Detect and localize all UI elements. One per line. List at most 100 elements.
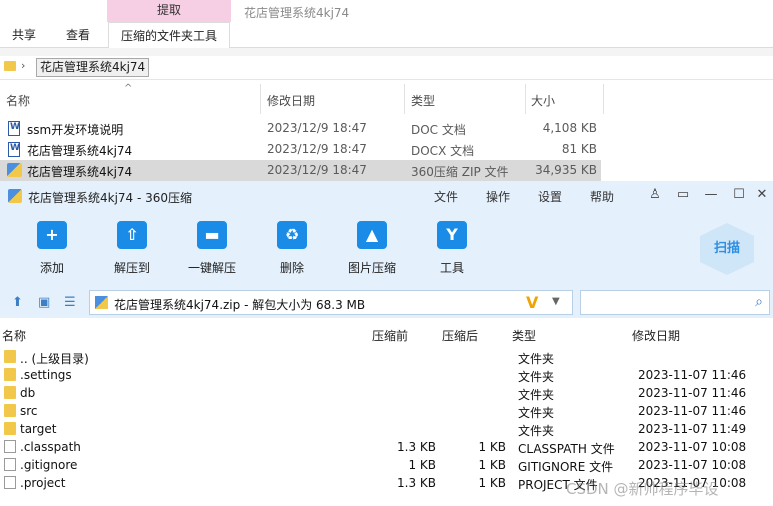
archive-row[interactable]: src 文件夹 2023-11-07 11:46 bbox=[0, 402, 773, 420]
column-before[interactable]: 压缩前 bbox=[372, 327, 408, 344]
extract-to-icon: ⇧ bbox=[117, 221, 147, 249]
tab-view[interactable]: 查看 bbox=[66, 22, 90, 48]
file-date: 2023/12/9 18:47 bbox=[267, 142, 367, 156]
path-input[interactable]: 花店管理系统4kj74.zip - 解包大小为 68.3 MB V ▼ bbox=[89, 290, 573, 315]
file-date: 2023/12/9 18:47 bbox=[267, 163, 367, 177]
folder-icon bbox=[4, 368, 16, 381]
chevron-right-icon[interactable]: › bbox=[21, 59, 25, 72]
entry-name: .project bbox=[20, 476, 66, 490]
minimize-icon[interactable]: — bbox=[702, 187, 720, 202]
tab-compressed-folder-tools[interactable]: 压缩的文件夹工具 bbox=[108, 22, 231, 49]
up-arrow-icon[interactable]: ⬆ bbox=[12, 295, 23, 310]
scan-button[interactable]: 扫描 bbox=[700, 223, 754, 275]
entry-date: 2023-11-07 11:46 bbox=[638, 386, 747, 400]
folder-icon bbox=[4, 350, 16, 363]
file-size: 34,935 KB bbox=[535, 163, 597, 177]
dropdown-icon[interactable]: ▼ bbox=[552, 296, 560, 307]
window-title: 花店管理系统4kj74 bbox=[244, 6, 350, 20]
entry-date: 2023-11-07 11:46 bbox=[638, 368, 747, 382]
column-divider[interactable] bbox=[525, 84, 526, 114]
column-divider[interactable] bbox=[603, 84, 604, 114]
delete-button[interactable]: ♻ 删除 bbox=[257, 211, 327, 286]
entry-type: 文件夹 bbox=[518, 424, 555, 438]
breadcrumb[interactable]: 花店管理系统4kj74 bbox=[36, 58, 150, 77]
menu-help[interactable]: 帮助 bbox=[590, 188, 614, 205]
column-size[interactable]: 大小 bbox=[531, 92, 555, 109]
file-row[interactable]: ssm开发环境说明 2023/12/9 18:47 DOC 文档 4,108 K… bbox=[0, 118, 601, 139]
one-click-extract-label: 一键解压 bbox=[187, 261, 236, 275]
file-row-selected[interactable]: 花店管理系统4kj74 2023/12/9 18:47 360压缩 ZIP 文件… bbox=[0, 160, 601, 181]
menu-file[interactable]: 文件 bbox=[434, 188, 458, 205]
column-divider[interactable] bbox=[404, 84, 405, 114]
column-type[interactable]: 类型 bbox=[411, 92, 435, 109]
archive-row[interactable]: target 文件夹 2023-11-07 11:49 bbox=[0, 420, 773, 438]
file-type: 360压缩 ZIP 文件 bbox=[411, 165, 509, 179]
entry-size-before: 1.3 KB bbox=[397, 476, 436, 490]
explorer-column-header: ^ 名称 修改日期 类型 大小 bbox=[0, 83, 773, 114]
tools-button[interactable]: Y 工具 bbox=[417, 211, 487, 286]
search-icon[interactable]: ⌕ bbox=[755, 294, 763, 310]
zip-window-title: 花店管理系统4kj74 - 360压缩 bbox=[28, 191, 193, 205]
folder-icon bbox=[4, 404, 16, 417]
file-icon bbox=[4, 458, 16, 471]
column-name[interactable]: 名称 bbox=[6, 92, 30, 109]
entry-type: 文件夹 bbox=[518, 406, 555, 420]
entry-type: 文件夹 bbox=[518, 352, 555, 366]
tools-icon: Y bbox=[437, 221, 467, 249]
entry-size-after: 1 KB bbox=[478, 440, 506, 454]
entry-date: 2023-11-07 10:08 bbox=[638, 458, 747, 472]
file-type: DOC 文档 bbox=[411, 123, 466, 137]
image-compress-button[interactable]: ▲ 图片压缩 bbox=[337, 211, 407, 286]
column-divider[interactable] bbox=[260, 84, 261, 114]
archive-row[interactable]: .gitignore 1 KB 1 KB GITIGNORE 文件 2023-11-07… bbox=[0, 456, 773, 474]
sort-asc-icon: ^ bbox=[124, 83, 133, 94]
archive-row[interactable]: db 文件夹 2023-11-07 11:46 bbox=[0, 384, 773, 402]
list-view-icon[interactable]: ☰ bbox=[64, 295, 76, 310]
recycle-bin-icon: ♻ bbox=[277, 221, 307, 249]
column-type[interactable]: 类型 bbox=[512, 327, 536, 344]
file-row[interactable]: 花店管理系统4kj74 2023/12/9 18:47 DOCX 文档 81 K… bbox=[0, 139, 601, 160]
feedback-icon[interactable]: ▭ bbox=[674, 187, 692, 202]
search-input[interactable]: ⌕ bbox=[580, 290, 770, 315]
entry-date: 2023-11-07 11:46 bbox=[638, 404, 747, 418]
column-after[interactable]: 压缩后 bbox=[442, 327, 478, 344]
file-name: 花店管理系统4kj74 bbox=[27, 144, 133, 158]
context-tab-extract[interactable]: 提取 bbox=[107, 0, 231, 22]
tab-share[interactable]: 共享 bbox=[12, 22, 36, 48]
image-compress-label: 图片压缩 bbox=[347, 261, 396, 275]
menu-settings[interactable]: 设置 bbox=[538, 188, 562, 205]
tools-label: 工具 bbox=[439, 261, 464, 275]
menu-operation[interactable]: 操作 bbox=[486, 188, 510, 205]
archive-row[interactable]: .. (上级目录) 文件夹 bbox=[0, 348, 773, 366]
thumbnail-view-icon[interactable]: ▣ bbox=[38, 295, 50, 310]
entry-type: 文件夹 bbox=[518, 370, 555, 384]
column-date[interactable]: 修改日期 bbox=[632, 327, 680, 344]
maximize-icon[interactable]: ☐ bbox=[730, 187, 748, 202]
add-button[interactable]: + 添加 bbox=[17, 211, 87, 286]
zip-archive-icon bbox=[7, 163, 22, 177]
ribbon-title-bar: 提取 花店管理系统4kj74 bbox=[0, 0, 773, 22]
entry-size-before: 1.3 KB bbox=[397, 440, 436, 454]
archive-row[interactable]: .classpath 1.3 KB 1 KB CLASSPATH 文件 2023-11-… bbox=[0, 438, 773, 456]
one-click-extract-icon: ▬ bbox=[197, 221, 227, 249]
zip-app-icon bbox=[8, 189, 22, 203]
file-size: 4,108 KB bbox=[542, 121, 597, 135]
skin-icon[interactable]: ♙ bbox=[646, 187, 664, 202]
archive-row[interactable]: .settings 文件夹 2023-11-07 11:46 bbox=[0, 366, 773, 384]
one-click-extract-button[interactable]: ▬ 一键解压 bbox=[177, 211, 247, 286]
path-text: 花店管理系统4kj74.zip - 解包大小为 68.3 MB bbox=[114, 298, 366, 312]
zip-toolbar: + 添加 ⇧ 解压到 ▬ 一键解压 ♻ 删除 ▲ 图片压缩 Y 工具 扫描 bbox=[0, 211, 773, 286]
ribbon-tabs: 共享 查看 压缩的文件夹工具 bbox=[0, 22, 773, 49]
entry-size-before: 1 KB bbox=[408, 458, 436, 472]
folder-icon bbox=[4, 61, 16, 71]
file-name: 花店管理系统4kj74 bbox=[27, 165, 133, 179]
close-icon[interactable]: ✕ bbox=[753, 187, 771, 202]
extract-to-button[interactable]: ⇧ 解压到 bbox=[97, 211, 167, 286]
column-date[interactable]: 修改日期 bbox=[267, 92, 315, 109]
checkmark-v-icon[interactable]: V bbox=[526, 293, 538, 312]
entry-type: 文件夹 bbox=[518, 388, 555, 402]
address-bar[interactable]: › 花店管理系统4kj74 bbox=[0, 56, 773, 80]
zip-title-bar: 花店管理系统4kj74 - 360压缩 文件 操作 设置 帮助 ♙ ▭ — ☐ … bbox=[0, 181, 773, 211]
column-name[interactable]: 名称 bbox=[2, 327, 26, 344]
entry-name: .gitignore bbox=[20, 458, 78, 472]
